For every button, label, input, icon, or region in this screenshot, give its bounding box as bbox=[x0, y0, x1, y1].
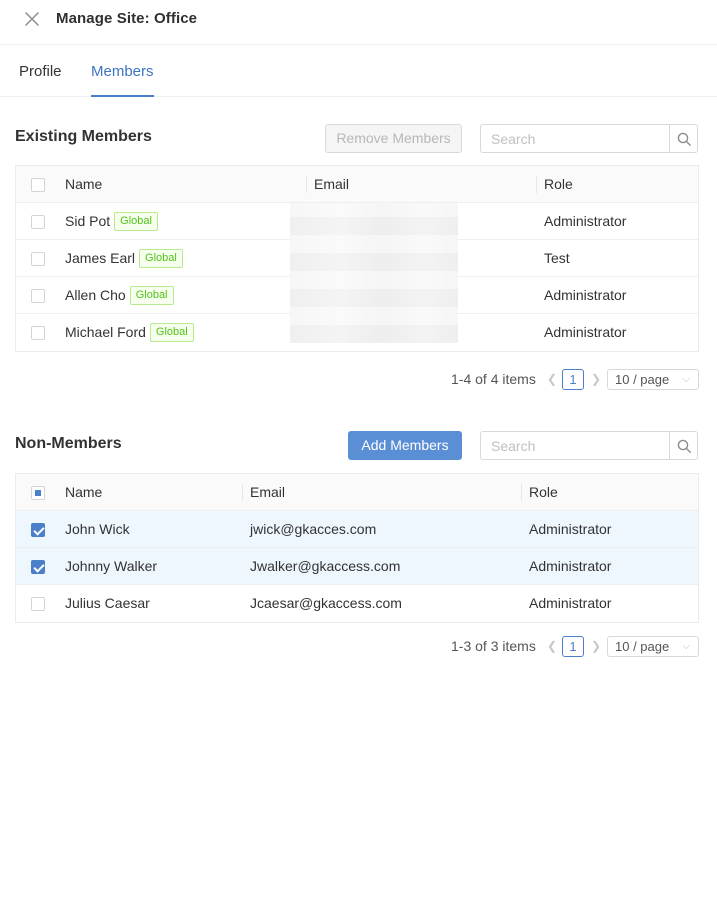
member-name: Michael Ford bbox=[65, 324, 146, 340]
global-tag: Global bbox=[139, 248, 183, 268]
member-name-cell: Michael Ford Global bbox=[65, 314, 194, 351]
tab-members[interactable]: Members bbox=[91, 63, 154, 80]
page-size-value: 10 / page bbox=[615, 639, 670, 654]
user-role: Administrator bbox=[529, 521, 612, 537]
member-role: Administrator bbox=[544, 287, 627, 303]
column-divider bbox=[536, 176, 537, 193]
user-name: John Wick bbox=[65, 521, 130, 537]
next-page-icon[interactable]: ❯ bbox=[591, 639, 601, 653]
row-checkbox[interactable] bbox=[31, 252, 45, 266]
global-tag: Global bbox=[129, 285, 174, 305]
global-tag: Global bbox=[114, 211, 158, 231]
table-row[interactable]: Julius Caesar Jcaesar@gkaccess.com Admin… bbox=[16, 585, 698, 622]
column-divider bbox=[306, 176, 307, 193]
row-checkbox[interactable] bbox=[31, 215, 45, 229]
member-name: Allen Cho bbox=[65, 287, 126, 303]
non-members-search bbox=[480, 431, 698, 460]
table-header-row: Name Email Role bbox=[16, 166, 698, 203]
table-header-row: Name Email Role bbox=[16, 474, 698, 511]
next-page-icon[interactable]: ❯ bbox=[591, 372, 601, 386]
prev-page-icon[interactable]: ❮ bbox=[547, 639, 557, 653]
member-name-cell: Sid Pot Global bbox=[65, 203, 158, 240]
row-checkbox[interactable] bbox=[31, 523, 45, 537]
existing-pagination: 1-4 of 4 items ❮ 1 ❯ 10 / page ⌵ bbox=[451, 369, 699, 391]
column-header-name[interactable]: Name bbox=[65, 166, 102, 203]
drawer-header: Manage Site: Office bbox=[0, 0, 717, 45]
existing-search-input[interactable] bbox=[480, 124, 670, 153]
user-email: jwick@gkacces.com bbox=[250, 521, 377, 537]
row-checkbox[interactable] bbox=[31, 560, 45, 574]
search-icon bbox=[677, 132, 691, 146]
tab-bar: Profile Members bbox=[0, 45, 717, 97]
page-size-select[interactable]: 10 / page ⌵ bbox=[607, 636, 699, 657]
member-role: Test bbox=[544, 250, 570, 266]
close-icon[interactable] bbox=[22, 9, 42, 29]
page-size-select[interactable]: 10 / page ⌵ bbox=[607, 369, 699, 390]
pagination-total: 1-3 of 3 items bbox=[451, 638, 536, 654]
user-role: Administrator bbox=[529, 558, 612, 574]
column-header-email[interactable]: Email bbox=[314, 166, 349, 203]
member-role: Administrator bbox=[544, 213, 627, 229]
row-checkbox[interactable] bbox=[31, 326, 45, 340]
column-header-role[interactable]: Role bbox=[544, 166, 573, 203]
column-divider bbox=[242, 484, 243, 501]
member-name-cell: James Earl Global bbox=[65, 240, 183, 277]
chevron-down-icon: ⌵ bbox=[682, 374, 690, 385]
add-members-button[interactable]: Add Members bbox=[348, 431, 462, 460]
user-role: Administrator bbox=[529, 595, 612, 611]
member-role: Administrator bbox=[544, 324, 627, 340]
non-members-search-input[interactable] bbox=[480, 431, 670, 460]
row-checkbox[interactable] bbox=[31, 597, 45, 611]
chevron-down-icon: ⌵ bbox=[682, 641, 690, 652]
active-tab-indicator bbox=[91, 95, 154, 97]
column-divider bbox=[521, 484, 522, 501]
redacted-email-area bbox=[290, 203, 458, 343]
select-all-checkbox[interactable] bbox=[31, 486, 45, 500]
page-size-value: 10 / page bbox=[615, 372, 670, 387]
user-email: Jcaesar@gkaccess.com bbox=[250, 595, 402, 611]
user-name: Johnny Walker bbox=[65, 558, 158, 574]
member-name: Sid Pot bbox=[65, 213, 111, 229]
user-name: Julius Caesar bbox=[65, 595, 150, 611]
page-1-button[interactable]: 1 bbox=[562, 369, 584, 390]
table-row[interactable]: John Wick jwick@gkacces.com Administrato… bbox=[16, 511, 698, 548]
global-tag: Global bbox=[149, 322, 194, 342]
existing-members-title: Existing Members bbox=[15, 128, 152, 145]
column-header-email[interactable]: Email bbox=[250, 474, 285, 511]
existing-search-button[interactable] bbox=[669, 124, 698, 153]
remove-members-button[interactable]: Remove Members bbox=[325, 124, 462, 153]
table-row[interactable]: Johnny Walker Jwalker@gkaccess.com Admin… bbox=[16, 548, 698, 585]
non-members-pagination: 1-3 of 3 items ❮ 1 ❯ 10 / page ⌵ bbox=[451, 636, 699, 658]
select-all-checkbox[interactable] bbox=[31, 178, 45, 192]
non-members-title: Non-Members bbox=[15, 435, 122, 452]
tab-profile[interactable]: Profile bbox=[19, 63, 62, 80]
user-email: Jwalker@gkaccess.com bbox=[250, 558, 401, 574]
existing-search bbox=[480, 124, 698, 153]
prev-page-icon[interactable]: ❮ bbox=[547, 372, 557, 386]
drawer-title: Manage Site: Office bbox=[56, 10, 198, 27]
search-icon bbox=[677, 439, 691, 453]
member-name-cell: Allen Cho Global bbox=[65, 277, 174, 314]
member-name: James Earl bbox=[65, 250, 136, 266]
non-members-table: Name Email Role John Wick jwick@gkacces.… bbox=[15, 473, 699, 623]
column-header-name[interactable]: Name bbox=[65, 474, 102, 511]
column-header-role[interactable]: Role bbox=[529, 474, 558, 511]
row-checkbox[interactable] bbox=[31, 289, 45, 303]
non-members-search-button[interactable] bbox=[669, 431, 698, 460]
pagination-total: 1-4 of 4 items bbox=[451, 371, 536, 387]
page-1-button[interactable]: 1 bbox=[562, 636, 584, 657]
